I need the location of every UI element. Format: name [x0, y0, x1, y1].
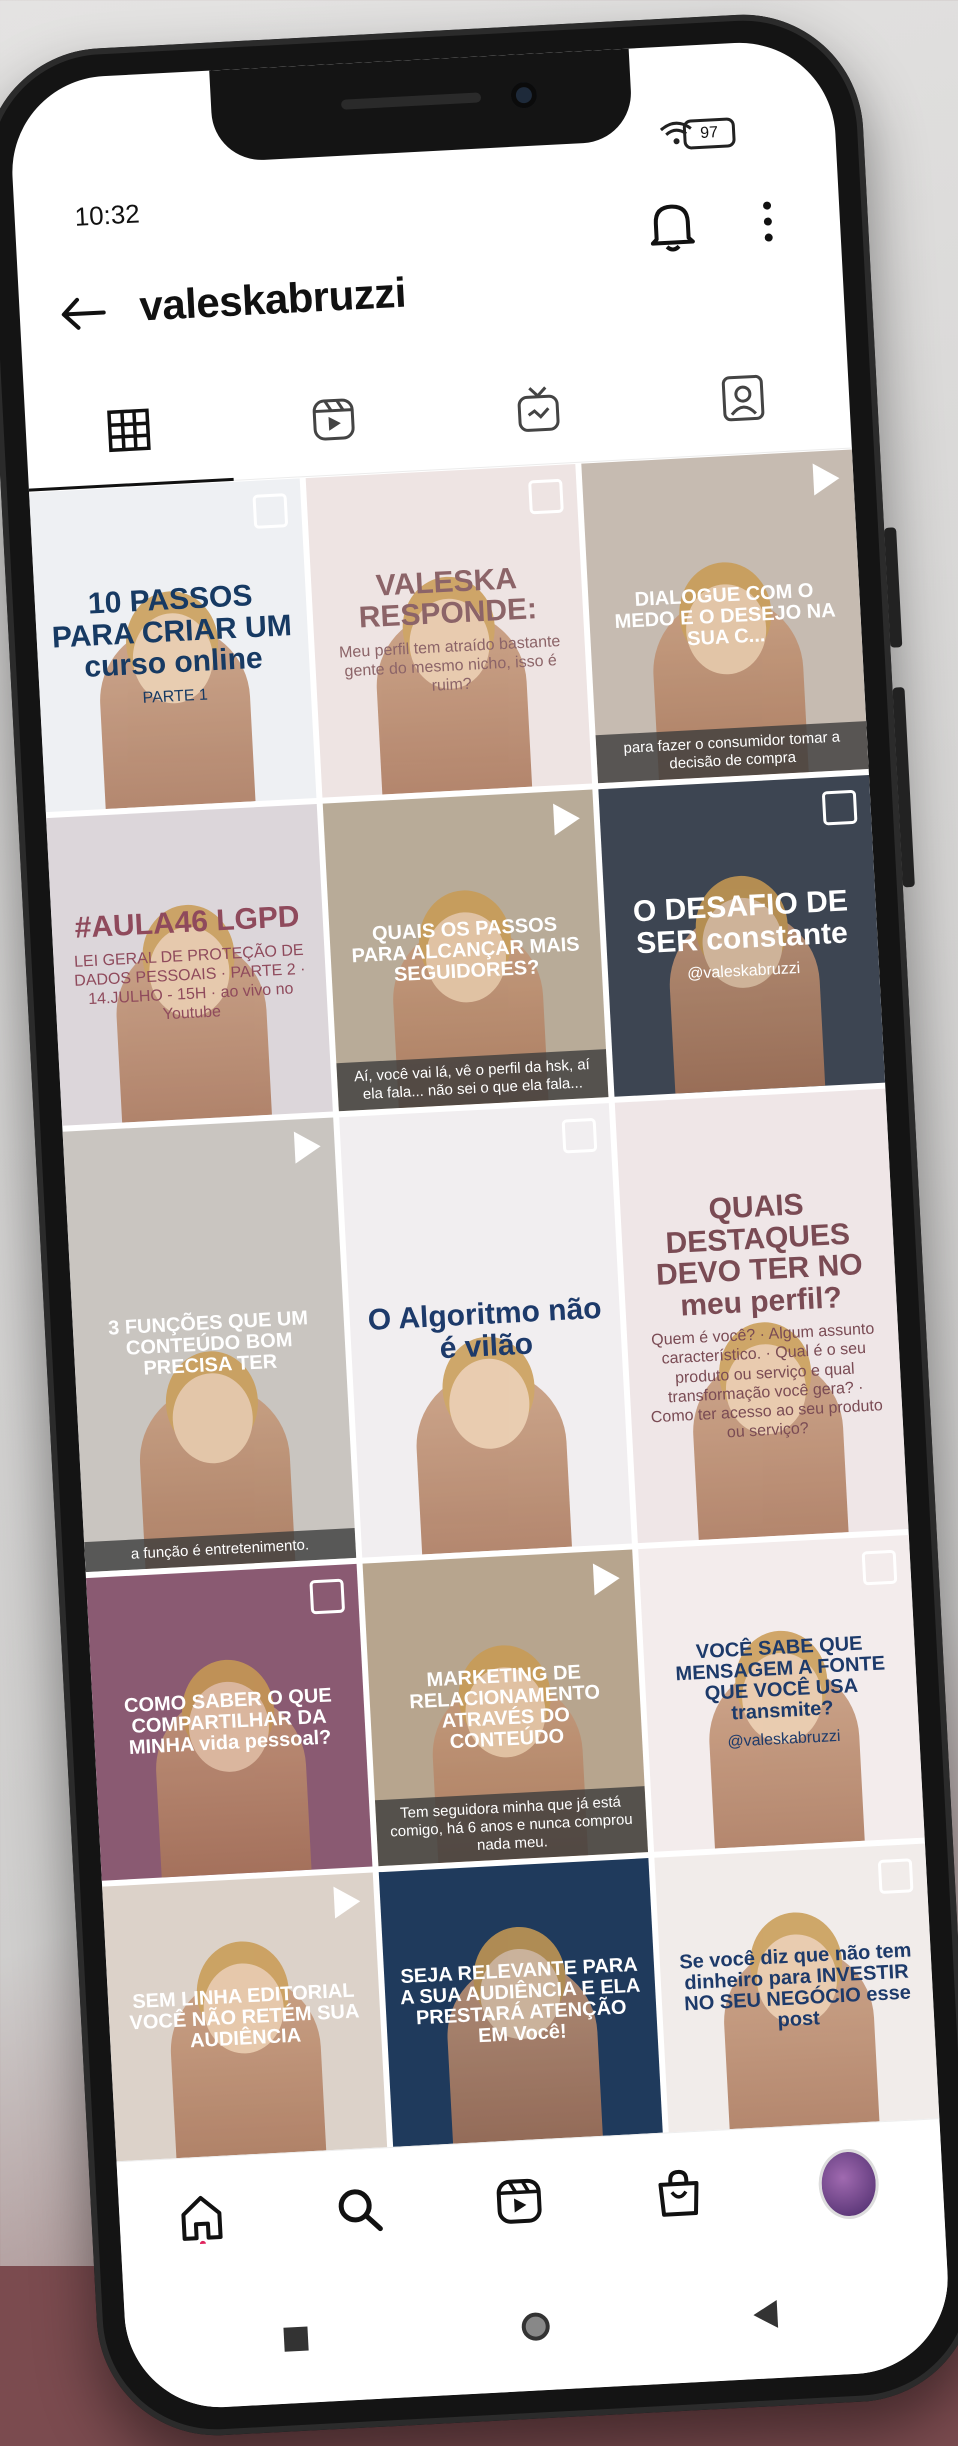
post-title: QUAIS OS PASSOS PARA ALCANÇAR MAIS SEGUI… [351, 913, 581, 986]
post-title: 3 FUNÇÕES QUE UM CONTEÚDO BOM PRECISA TE… [107, 1307, 309, 1381]
post-title: MARKETING DE RELACIONAMENTO ATRAVÉS DO C… [408, 1661, 601, 1754]
nav-profile[interactable] [816, 2147, 881, 2221]
shop-icon [658, 2169, 699, 2217]
post-tile[interactable]: QUAIS OS PASSOS PARA ALCANÇAR MAIS SEGUI… [322, 789, 609, 1112]
post-title: COMO SABER O QUE COMPARTILHAR DA MINHA v… [123, 1684, 333, 1760]
carousel-icon [528, 478, 565, 515]
reels-icon [496, 2178, 542, 2224]
front-camera [510, 81, 538, 109]
post-tile[interactable]: SEM LINHA EDITORIAL VOCÊ NÃO RETÉM SUA A… [102, 1872, 387, 2163]
post-tile[interactable]: DIALOGUE COM O MEDO E O DESEJO NA SUA C.… [581, 449, 869, 784]
post-tile[interactable]: Se você diz que não tem dinheiro para IN… [654, 1843, 940, 2134]
nav-shop[interactable] [647, 2161, 710, 2224]
nav-reels[interactable] [488, 2170, 551, 2233]
post-caption: para fazer o consumidor tomar a decisão … [595, 721, 869, 784]
nav-home[interactable] [170, 2186, 233, 2249]
post-title: O DESAFIO DE SER constante [632, 884, 849, 961]
home-button[interactable] [515, 2306, 557, 2348]
tagged-icon [721, 374, 764, 422]
post-subtitle: PARTE 1 [142, 686, 209, 707]
profile-header: valeskabruzzi [15, 188, 844, 341]
post-title: DIALOGUE COM O MEDO E O DESEJO NA SUA C.… [614, 579, 837, 650]
phone-screen: 10:32 97 valeskabruzzi 10 PASSOS PARA CR… [7, 38, 953, 2412]
play-icon [293, 1130, 322, 1164]
post-tile[interactable]: O DESAFIO DE SER constante @valeskabruzzi [598, 775, 886, 1098]
carousel-icon [309, 1578, 345, 1615]
post-tile[interactable]: #AULA46 LGPD LEI GERAL DE PROTEÇÃO DE DAD… [46, 804, 333, 1127]
carousel-icon [821, 790, 858, 826]
post-subtitle: Meu perfil tem atraído bastante gente do… [338, 632, 561, 696]
igtv-icon [517, 386, 560, 432]
tab-tagged[interactable] [637, 338, 847, 459]
tab-reels[interactable] [228, 359, 438, 480]
bell-icon[interactable] [642, 195, 701, 258]
post-caption: Tem seguidora minha que já está comigo, … [374, 1786, 649, 1867]
post-title: Se você diz que não tem dinheiro para IN… [678, 1939, 912, 2032]
post-title: VALESKA RESPONDE: [358, 562, 538, 635]
post-tile[interactable]: O Algoritmo não é vilão [338, 1103, 633, 1558]
reels-icon [312, 398, 355, 441]
home-icon [181, 2195, 223, 2246]
avatar [816, 2147, 881, 2221]
circle-icon [521, 2311, 551, 2342]
profile-username: valeskabruzzi [138, 268, 407, 330]
post-title: #AULA46 LGPD [73, 900, 301, 945]
post-title: O Algoritmo não é vilão [367, 1292, 603, 1366]
post-photo-person [412, 1367, 572, 1555]
post-title: SEJA RELEVANTE PARA A SUA AUDIÊNCIA E EL… [399, 1953, 641, 2048]
play-icon [593, 1562, 621, 1596]
play-icon [333, 1885, 361, 1919]
triangle-back-icon [752, 2299, 779, 2330]
carousel-icon [561, 1118, 598, 1154]
carousel-icon [877, 1858, 914, 1895]
post-tile[interactable]: SEJA RELEVANTE PARA A SUA AUDIÊNCIA E EL… [378, 1858, 664, 2148]
more-options-icon[interactable] [756, 191, 779, 252]
battery-indicator: 97 [682, 117, 736, 150]
tab-grid[interactable] [23, 370, 233, 491]
search-icon [338, 2189, 383, 2232]
post-tile[interactable]: MARKETING DE RELACIONAMENTO ATRAVÉS DO C… [362, 1549, 649, 1867]
recents-button[interactable] [275, 2318, 317, 2360]
speaker [340, 92, 482, 110]
grid-icon [106, 408, 151, 453]
post-subtitle: LEI GERAL DE PROTEÇÃO DE DADOS PESSOAIS … [73, 941, 306, 1024]
post-title: 10 PASSOS PARA CRIAR UM curso online [51, 579, 293, 685]
nav-search[interactable] [328, 2178, 391, 2241]
phone-mockup: 10:32 97 valeskabruzzi 10 PASSOS PARA CR… [0, 8, 958, 2442]
play-icon [553, 802, 582, 836]
square-icon [283, 2326, 309, 2352]
carousel-icon [861, 1549, 898, 1586]
post-tile[interactable]: VALESKA RESPONDE: Meu perfil tem atraído … [305, 463, 593, 799]
post-title: SEM LINHA EDITORIAL VOCÊ NÃO RETÉM SUA A… [129, 1979, 360, 2052]
post-caption: Aí, você vai lá, vê o perfil da hsk, aí … [336, 1049, 609, 1112]
post-tile[interactable]: 3 FUNÇÕES QUE UM CONTEÚDO BOM PRECISA TE… [62, 1117, 356, 1573]
back-button[interactable] [744, 2294, 786, 2336]
post-title: VOCÊ SABE QUE MENSAGEM A FONTE QUE VOCÊ … [675, 1632, 886, 1725]
post-tile[interactable]: VOCÊ SABE QUE MENSAGEM A FONTE QUE VOCÊ … [638, 1535, 925, 1852]
post-tile[interactable]: 10 PASSOS PARA CRIAR UM curso online PART… [29, 478, 317, 813]
tab-igtv[interactable] [433, 349, 643, 470]
play-icon [812, 462, 841, 496]
post-tile[interactable]: QUAIS DESTAQUES DEVO TER NO meu perfil? Q… [615, 1088, 909, 1544]
post-title: QUAIS DESTAQUES DEVO TER NO meu perfil? [655, 1188, 864, 1323]
carousel-icon [252, 493, 288, 529]
post-grid: 10 PASSOS PARA CRIAR UM curso online PART… [29, 449, 940, 2163]
post-subtitle: Quem é você? · Algum assunto característ… [650, 1320, 884, 1442]
back-arrow-icon[interactable] [59, 292, 109, 334]
post-tile[interactable]: COMO SABER O QUE COMPARTILHAR DA MINHA v… [85, 1564, 373, 1881]
